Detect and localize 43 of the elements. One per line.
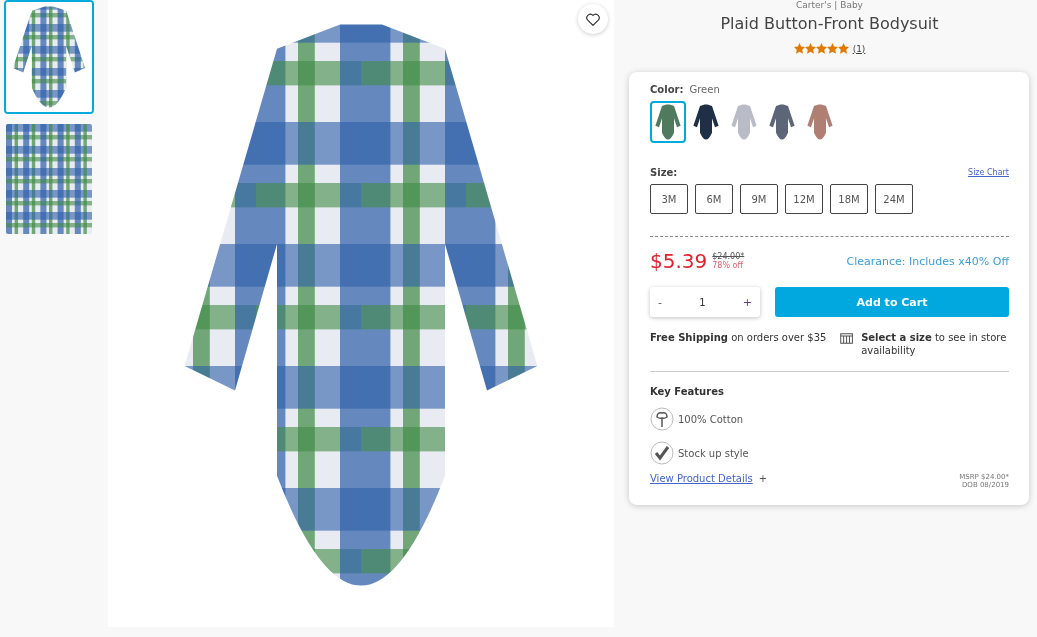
original-price: $24.00* [712,252,745,261]
star-icon [793,43,805,54]
product-title: Plaid Button-Front Bodysuit [720,14,939,33]
star-icon [837,43,849,54]
store-icon [840,331,854,346]
bodysuit-icon [729,103,759,141]
heart-icon [586,12,600,26]
size-option[interactable]: 6M [695,184,733,214]
star-icon [826,43,838,54]
color-swatch[interactable] [650,101,686,143]
features-heading: Key Features [650,386,725,397]
discount-text: 78% off [712,261,743,270]
size-option[interactable]: 3M [650,184,688,214]
quantity-value: 1 [699,296,706,308]
star-icon [815,43,827,54]
shipping-text: Free Shipping on orders over $35 [650,331,828,345]
bodysuit-icon [767,103,797,141]
feature-text: Stock up style [678,447,749,459]
star-icon [804,43,816,54]
decrease-button[interactable]: - [650,295,670,309]
checkmark-icon [650,441,674,465]
sale-price: $5.39 [650,249,708,273]
review-count-link[interactable]: (1) [852,43,866,54]
bodysuit-icon [691,103,721,141]
product-details-link[interactable]: View Product Details [650,473,753,484]
size-option[interactable]: 9M [740,184,778,214]
brand-text: Carter's | Baby [796,0,863,10]
bodysuit-icon [653,103,683,141]
color-label: Color: [650,84,684,95]
quantity-stepper[interactable]: - 1 + [650,287,760,317]
bodysuit-icon [805,103,835,141]
expand-plus-icon[interactable]: + [758,473,768,484]
color-value: Green [689,84,720,95]
size-option[interactable]: 12M [785,184,823,214]
feature-text: 100% Cotton [678,413,744,425]
clearance-text: Clearance: Includes x40% Off [846,254,1009,268]
increase-button[interactable]: + [734,295,760,309]
favorite-button[interactable] [578,4,608,34]
size-option[interactable]: 18M [830,184,868,214]
size-label: Size: [650,167,678,178]
store-availability-text: Select a size to see in store availability [861,331,1008,357]
size-chart-link[interactable]: Size Chart [968,168,1009,177]
size-option[interactable]: 24M [875,184,913,214]
